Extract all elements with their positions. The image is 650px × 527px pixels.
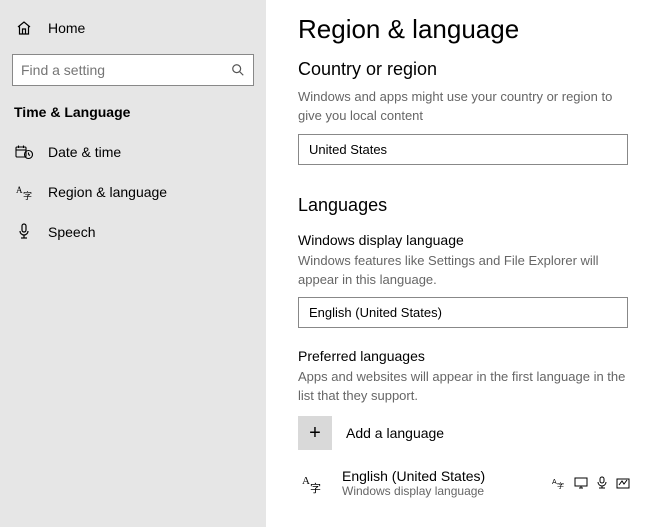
sidebar-home[interactable]: Home <box>0 8 266 48</box>
sidebar-item-label: Date & time <box>48 144 121 160</box>
search-icon <box>223 63 253 77</box>
sidebar-home-label: Home <box>48 20 85 36</box>
sidebar-item-date-time[interactable]: Date & time <box>0 132 266 172</box>
display-language-description: Windows features like Settings and File … <box>298 252 630 290</box>
svg-text:字: 字 <box>310 481 321 494</box>
add-language-label: Add a language <box>346 425 444 441</box>
display-language-value: English (United States) <box>309 305 442 320</box>
sidebar-item-speech[interactable]: Speech <box>0 212 266 252</box>
language-feature-badges: A字 <box>552 476 630 490</box>
main-panel: Region & language Country or region Wind… <box>266 0 650 527</box>
language-item-icon: A 字 <box>298 472 328 494</box>
display-language-select[interactable]: English (United States) <box>298 297 628 328</box>
preferred-languages-heading: Preferred languages <box>298 348 630 364</box>
region-description: Windows and apps might use your country … <box>298 88 630 126</box>
add-language-button[interactable]: + Add a language <box>298 416 630 450</box>
svg-text:A: A <box>302 475 310 487</box>
home-icon <box>14 20 34 36</box>
language-icon: A 字 <box>14 184 34 201</box>
sidebar-category: Time & Language <box>0 96 266 132</box>
handwriting-icon <box>616 476 630 490</box>
search-wrap <box>0 48 266 96</box>
section-heading-region: Country or region <box>298 59 630 80</box>
sidebar-item-region-language[interactable]: A 字 Region & language <box>0 172 266 212</box>
search-box[interactable] <box>12 54 254 86</box>
region-select[interactable]: United States <box>298 134 628 165</box>
microphone-icon <box>14 223 34 241</box>
display-language-heading: Windows display language <box>298 232 630 248</box>
language-item-name: English (United States) <box>342 468 485 484</box>
language-item[interactable]: A 字 English (United States) Windows disp… <box>298 468 630 498</box>
region-select-value: United States <box>309 142 387 157</box>
svg-text:字: 字 <box>23 190 32 201</box>
sidebar: Home Time & Language Date & time A <box>0 0 266 527</box>
page-title: Region & language <box>298 14 630 45</box>
sidebar-item-label: Speech <box>48 224 95 240</box>
section-heading-languages: Languages <box>298 195 630 216</box>
display-icon <box>574 476 588 490</box>
search-input[interactable] <box>13 62 223 78</box>
preferred-languages-description: Apps and websites will appear in the fir… <box>298 368 630 406</box>
language-item-sub: Windows display language <box>342 484 485 498</box>
language-item-text: English (United States) Windows display … <box>342 468 485 498</box>
text-to-speech-icon: A字 <box>552 476 566 490</box>
svg-text:A: A <box>16 185 23 195</box>
sidebar-item-label: Region & language <box>48 184 167 200</box>
svg-text:字: 字 <box>557 481 564 490</box>
speech-icon <box>596 476 608 490</box>
calendar-clock-icon <box>14 144 34 160</box>
plus-icon: + <box>298 416 332 450</box>
